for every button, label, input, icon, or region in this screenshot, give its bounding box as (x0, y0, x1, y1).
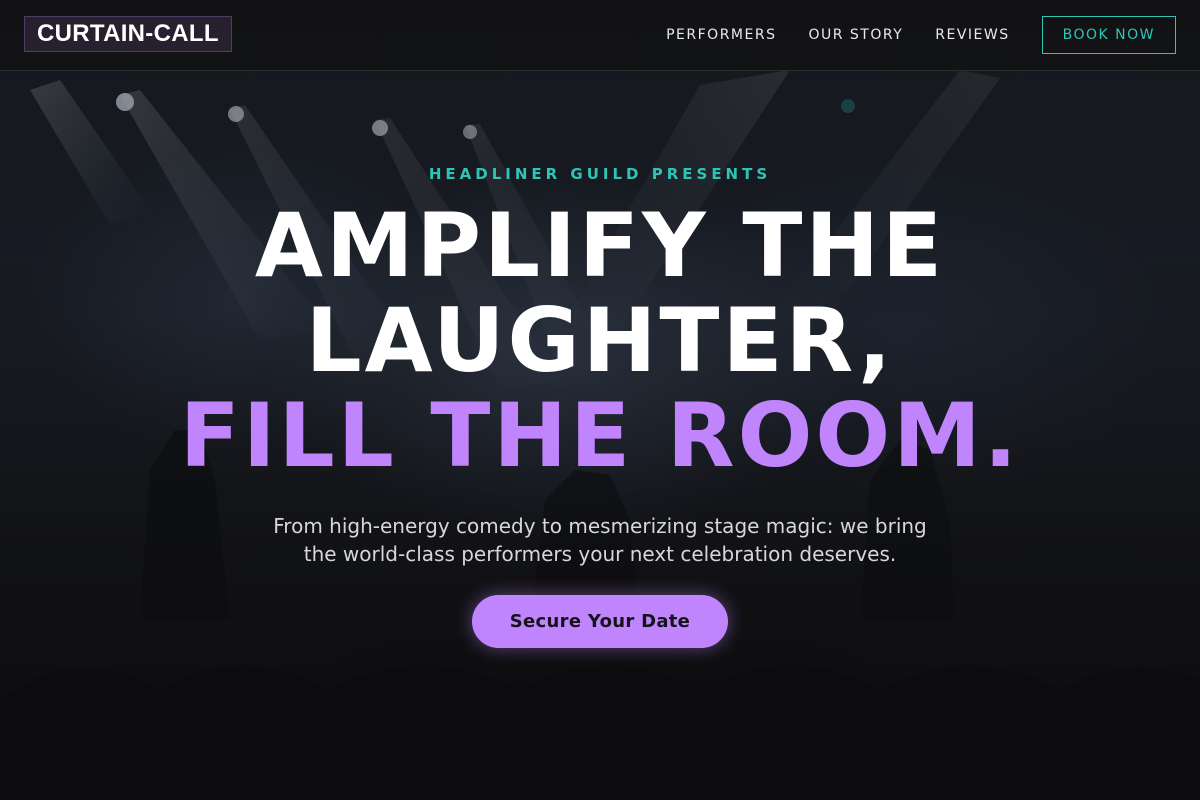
hero-eyebrow: HEADLINER GUILD PRESENTS (428, 165, 772, 183)
nav-link-our-story[interactable]: OUR STORY (808, 27, 903, 43)
hero-subtext: From high-energy comedy to mesmerizing s… (270, 512, 930, 568)
headline-line-1: AMPLIFY THE (254, 194, 946, 297)
brand-logo[interactable]: CURTAIN-CALL (24, 16, 232, 52)
book-now-button[interactable]: BOOK NOW (1041, 16, 1176, 54)
subtext-line-2: the world-class performers your next cel… (303, 542, 897, 566)
hero-section: HEADLINER GUILD PRESENTS AMPLIFY THE LAU… (0, 70, 1200, 800)
main-nav: PERFORMERS OUR STORY REVIEWS BOOK NOW (666, 16, 1176, 54)
nav-link-performers[interactable]: PERFORMERS (666, 27, 776, 43)
subtext-line-1: From high-energy comedy to mesmerizing s… (273, 514, 927, 538)
secure-your-date-button[interactable]: Secure Your Date (472, 595, 728, 648)
nav-link-reviews[interactable]: REVIEWS (935, 27, 1009, 43)
headline-line-3: FILL THE ROOM. (179, 384, 1021, 487)
headline-line-2: LAUGHTER, (305, 289, 895, 392)
page: CURTAIN-CALL PERFORMERS OUR STORY REVIEW… (0, 0, 1200, 800)
site-header: CURTAIN-CALL PERFORMERS OUR STORY REVIEW… (0, 0, 1200, 71)
hero-headline: AMPLIFY THE LAUGHTER, FILL THE ROOM. (0, 198, 1200, 483)
